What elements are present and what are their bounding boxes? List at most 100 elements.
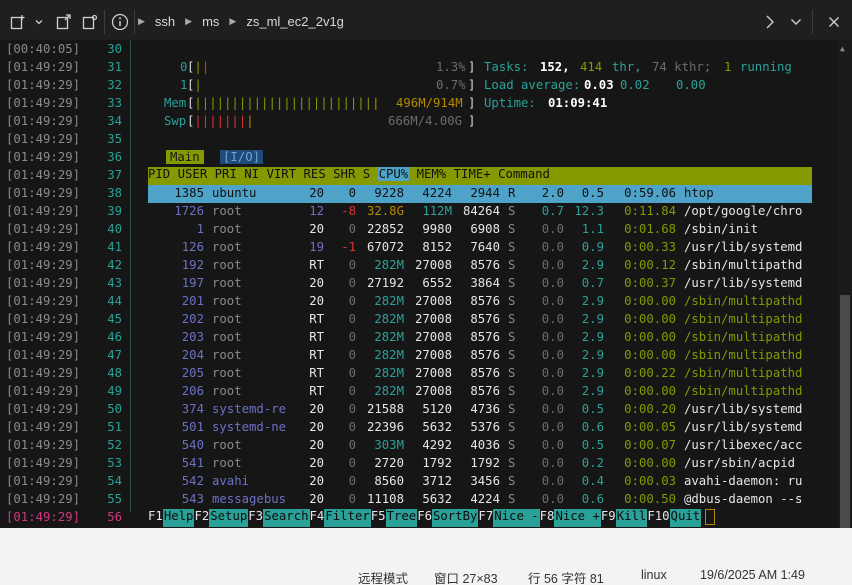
process-row[interactable]: 1385 ubuntu 20 0 9228 4224 2944 R 2.0 0.5 0:59.06 h…: [0, 185, 838, 203]
col-ni[interactable]: NI: [244, 167, 259, 181]
process-shr: 4736: [470, 402, 500, 416]
process-cpu: 0.0: [541, 258, 564, 272]
process-row[interactable]: 192 root RT 0 282M 27008 8576 S 0.0 2.9 0:00.12/sb…: [0, 257, 838, 275]
scrollbar-thumb[interactable]: [840, 295, 850, 528]
process-pid: 374: [181, 402, 204, 416]
settings-icon[interactable]: [80, 12, 100, 32]
tab-io[interactable]: [I/O]: [220, 150, 264, 164]
line-timestamp: [01:49:29]: [6, 492, 81, 506]
process-row[interactable]: 1726 root 12 -8 32.8G 112M 84264 S 0.7 12.3 0:11.8…: [0, 203, 838, 221]
status-cursor-position[interactable]: 行 56 字符 81: [528, 568, 604, 585]
col-pri[interactable]: PRI: [215, 167, 237, 181]
fkey-f2[interactable]: F2: [194, 509, 210, 527]
col-cpu[interactable]: CPU%: [377, 167, 410, 181]
col-state[interactable]: S: [363, 167, 370, 181]
col-res[interactable]: RES: [304, 167, 326, 181]
fkey-label[interactable]: SortBy: [432, 509, 479, 527]
fkey-label[interactable]: Help: [162, 509, 195, 527]
process-mem: 0.5: [581, 186, 604, 200]
process-user: messagebus: [212, 492, 287, 506]
process-cmd: /usr/libexec/acc: [684, 438, 803, 452]
process-row[interactable]: 540 root 20 0 303M 4292 4036 S 0.0 0.5 0:00.07/usr…: [0, 437, 838, 455]
col-pid[interactable]: PID: [148, 167, 170, 181]
chevron-down-icon[interactable]: [786, 12, 806, 32]
process-row[interactable]: 201 root 20 0 282M 27008 8576 S 0.0 2.9 0:00.00/sb…: [0, 293, 838, 311]
process-shr: 84264: [462, 204, 500, 218]
fkey-label[interactable]: Quit: [669, 509, 702, 527]
process-mem: 2.9: [581, 330, 604, 344]
terminal-output[interactable]: 0 [|| 1.3% ] Tasks: 152, 414 thr, 74 kth…: [0, 40, 838, 528]
line-number: 32: [107, 78, 122, 92]
process-time: 0:00.33: [624, 240, 676, 254]
fkey-f5[interactable]: F5: [370, 509, 386, 527]
process-cpu: 0.0: [541, 312, 564, 326]
col-shr[interactable]: SHR: [333, 167, 355, 181]
process-row[interactable]: 542 avahi 20 0 8560 3712 3456 S 0.0 0.4 0:00.03 ava…: [0, 473, 838, 491]
process-row[interactable]: 501 systemd-ne 20 0 22396 5632 5376 S 0.0 0.6 0:00…: [0, 419, 838, 437]
process-row[interactable]: 374 systemd-re 20 0 21588 5120 4736 S 0.0 0.5 0:00…: [0, 401, 838, 419]
col-user[interactable]: USER: [178, 167, 208, 181]
breadcrumb-item-host[interactable]: zs_ml_ec2_2v1g: [246, 14, 344, 29]
process-mem: 0.9: [581, 240, 604, 254]
process-ni: 0: [348, 474, 356, 488]
fkey-f10[interactable]: F10: [647, 509, 670, 527]
chevron-right-icon[interactable]: [760, 12, 780, 32]
line-number: 36: [107, 150, 122, 164]
fkey-f7[interactable]: F7: [478, 509, 494, 527]
process-pri: RT: [309, 348, 324, 362]
close-icon[interactable]: [824, 12, 844, 32]
process-cmd: /sbin/multipathd: [684, 258, 803, 272]
fkey-f9[interactable]: F9: [600, 509, 616, 527]
fkey-label[interactable]: Filter: [324, 509, 371, 527]
fkey-f4[interactable]: F4: [309, 509, 325, 527]
line-number: 37: [107, 168, 122, 182]
col-mem[interactable]: MEM%: [417, 167, 447, 181]
process-cmd: /opt/google/chro: [684, 204, 803, 218]
process-ni: 0: [348, 492, 356, 506]
process-row[interactable]: 205 root RT 0 282M 27008 8576 S 0.0 2.9 0:00.22/sb…: [0, 365, 838, 383]
process-pid: 204: [181, 348, 204, 362]
process-row[interactable]: 1 root 20 0 22852 9980 6908 S 0.0 1.1 0:01.68/sbin…: [0, 221, 838, 239]
fkey-label[interactable]: Nice -: [493, 509, 540, 527]
process-user: root: [212, 348, 242, 362]
col-command[interactable]: Command: [498, 167, 550, 181]
process-row[interactable]: 206 root RT 0 282M 27008 8576 S 0.0 2.9 0:00.00/sb…: [0, 383, 838, 401]
line-timestamp: [01:49:29]: [6, 114, 81, 128]
process-row[interactable]: 203 root RT 0 282M 27008 8576 S 0.0 2.9 0:00.00/sb…: [0, 329, 838, 347]
process-cmd: /sbin/init: [684, 222, 759, 236]
fkey-label[interactable]: Setup: [209, 509, 249, 527]
process-res: 27008: [414, 348, 452, 362]
scroll-up-arrow-icon[interactable]: ▲: [840, 44, 850, 54]
process-s: S: [508, 492, 516, 506]
process-row[interactable]: 197 root 20 0 27192 6552 3864 S 0.0 0.7 0:00.37/us…: [0, 275, 838, 293]
fkey-f1[interactable]: F1: [148, 509, 163, 527]
fkey-label[interactable]: Tree: [385, 509, 418, 527]
process-row[interactable]: 126 root 19 -1 67072 8152 7640 S 0.0 0.9 0:00.33/u…: [0, 239, 838, 257]
fkey-label[interactable]: Nice +: [554, 509, 601, 527]
process-virt: 11108: [366, 492, 404, 506]
col-time[interactable]: TIME+: [454, 167, 491, 181]
breadcrumb-item-ms[interactable]: ms: [202, 14, 219, 29]
fkey-f6[interactable]: F6: [417, 509, 432, 527]
info-icon[interactable]: [110, 12, 130, 32]
process-mem: 2.9: [581, 312, 604, 326]
process-row[interactable]: 204 root RT 0 282M 27008 8576 S 0.0 2.9 0:00.00/sb…: [0, 347, 838, 365]
fkey-f3[interactable]: F3: [248, 509, 264, 527]
process-row[interactable]: 543 messagebus 20 0 11108 5632 4224 S 0.0 0.6 0:00…: [0, 491, 838, 509]
breadcrumb-item-ssh[interactable]: ssh: [155, 14, 175, 29]
dropdown-chevron-icon[interactable]: [32, 12, 46, 32]
process-row[interactable]: 541 root 20 0 2720 1792 1792 S 0.0 0.2 0:00.00/usr…: [0, 455, 838, 473]
new-tab-icon[interactable]: [8, 12, 28, 32]
fkey-f8[interactable]: F8: [539, 509, 555, 527]
open-external-icon[interactable]: [54, 12, 74, 32]
process-shr: 5376: [470, 420, 500, 434]
col-virt[interactable]: VIRT: [267, 167, 297, 181]
process-pri: RT: [309, 366, 324, 380]
tab-main[interactable]: Main: [166, 150, 204, 164]
fkey-label[interactable]: Kill: [615, 509, 648, 527]
fkey-label[interactable]: Search: [263, 509, 310, 527]
process-row[interactable]: 202 root RT 0 282M 27008 8576 S 0.0 2.9 0:00.00/sb…: [0, 311, 838, 329]
process-res: 1792: [422, 456, 452, 470]
line-timestamp: [01:49:29]: [6, 348, 81, 362]
process-virt: 9228: [374, 186, 404, 200]
